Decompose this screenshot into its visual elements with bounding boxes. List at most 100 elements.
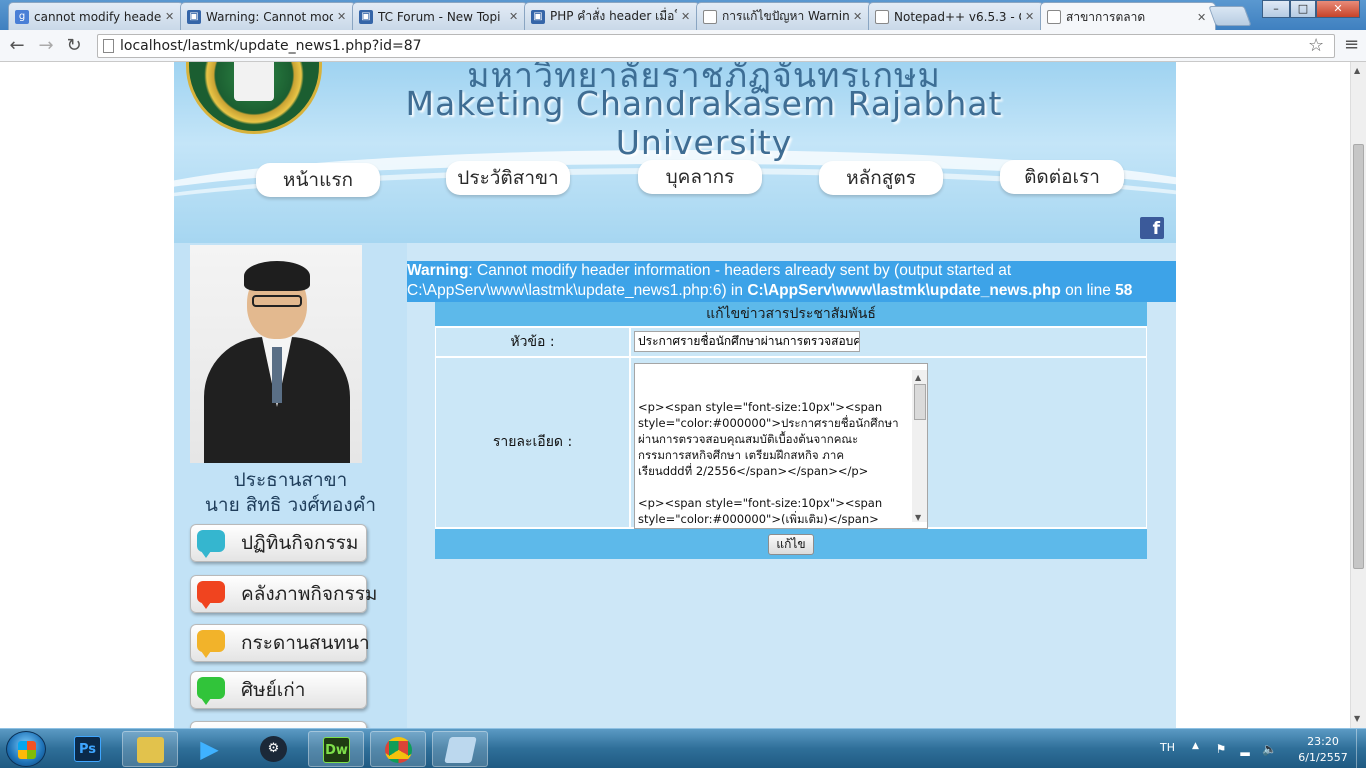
taskbar-dreamweaver[interactable]: Dw xyxy=(308,731,364,767)
new-tab-button[interactable] xyxy=(1208,6,1252,26)
chairman-name: นาย สิทธิ วงศ์ทองคำ xyxy=(204,494,377,516)
minimize-button[interactable]: – xyxy=(1262,0,1290,18)
bookmark-star-icon[interactable]: ☆ xyxy=(1308,35,1324,56)
tab-label: cannot modify header xyxy=(34,9,161,24)
sidebar-button-alumni[interactable]: ศิษย์เก่า xyxy=(190,671,367,709)
nav-contact[interactable]: ติดต่อเรา xyxy=(1000,160,1124,194)
sidebar-button-label: ศิษย์เก่า xyxy=(241,679,306,701)
detail-text: <p><span style="font-size:10px"><span st… xyxy=(638,400,899,526)
tab-marketing[interactable]: สาขาการตลาด ✕ xyxy=(1040,2,1216,31)
browser-menu-icon[interactable]: ≡ xyxy=(1344,34,1359,55)
page-icon xyxy=(103,39,114,53)
tray-expand-icon[interactable]: ▲ xyxy=(1192,741,1199,751)
tab-label: Notepad++ v6.5.3 - C xyxy=(894,9,1021,24)
textarea-scroll-thumb[interactable] xyxy=(914,384,926,420)
close-window-button[interactable]: ✕ xyxy=(1316,0,1360,18)
nav-curriculum[interactable]: หลักสูตร xyxy=(819,161,943,195)
show-desktop-button[interactable] xyxy=(1356,729,1366,768)
topic-input[interactable]: ประกาศรายชื่อนักศึกษาผ่านการตรวจสอบค xyxy=(634,331,860,352)
tab-tc-forum[interactable]: ▣ TC Forum - New Topi ✕ xyxy=(352,2,528,30)
sidebar-button-label: กระดานสนทนา xyxy=(241,632,370,654)
tab-close-icon[interactable]: ✕ xyxy=(165,10,177,23)
scroll-up-icon[interactable]: ▲ xyxy=(1354,66,1360,75)
clock-date[interactable]: 6/1/2557 xyxy=(1293,751,1353,764)
tab-fix-warning[interactable]: การแก้ไขปัญหา Warnin ✕ xyxy=(696,2,872,30)
page-scroll-thumb[interactable] xyxy=(1353,144,1364,569)
language-indicator[interactable]: TH xyxy=(1160,741,1175,754)
start-button[interactable] xyxy=(6,731,46,767)
warning-message: : Cannot modify header information - hea… xyxy=(468,262,1012,279)
textarea-scrollbar[interactable]: ▲ ▼ xyxy=(912,370,927,522)
sidebar-button-more[interactable] xyxy=(190,721,367,728)
maximize-button[interactable]: □ xyxy=(1290,0,1316,18)
warning-file: C:\AppServ\www\lastmk\update_news.php xyxy=(747,282,1061,299)
scroll-down-icon[interactable]: ▼ xyxy=(1354,714,1360,723)
warning-origin: C:\AppServ\www\lastmk\update_news1.php:6… xyxy=(407,282,748,299)
nav-staff[interactable]: บุคลากร xyxy=(638,160,762,194)
dreamweaver-icon: Dw xyxy=(323,737,350,763)
sidebar-button-gallery[interactable]: คลังภาพกิจกรรม xyxy=(190,575,377,613)
forum-icon: ▣ xyxy=(359,9,373,24)
tab-php-header[interactable]: ▣ PHP คำสั่ง header เมื่อใ ✕ xyxy=(524,2,700,30)
network-icon[interactable]: ▂ xyxy=(1238,742,1252,756)
nav-home[interactable]: หน้าแรก xyxy=(256,163,380,197)
page-icon xyxy=(703,9,717,24)
tab-cannot-modify-header[interactable]: g cannot modify header ✕ xyxy=(8,2,184,30)
chat-bubble-icon xyxy=(197,677,225,705)
taskbar-photoshop[interactable]: Ps xyxy=(60,731,116,767)
url-text: localhost/lastmk/update_news1.php?id=87 xyxy=(120,38,422,54)
page-scrollbar[interactable]: ▲ ▼ xyxy=(1350,62,1366,728)
tab-close-icon[interactable]: ✕ xyxy=(1197,11,1209,24)
edit-submit-button[interactable]: แก้ไข xyxy=(768,534,814,555)
tab-label: การแก้ไขปัญหา Warnin xyxy=(722,9,849,23)
tab-close-icon[interactable]: ✕ xyxy=(509,10,521,23)
taskbar-explorer[interactable] xyxy=(122,731,178,767)
nav-history[interactable]: ประวัติสาขา xyxy=(446,161,570,195)
warning-prefix: Warning xyxy=(407,262,469,279)
page-viewport: มหาวิทยาลัยราชภัฏจันทรเกษม Maketing Chan… xyxy=(0,62,1350,728)
chat-bubble-icon xyxy=(197,581,225,609)
google-icon: g xyxy=(15,9,29,24)
folder-icon xyxy=(137,737,164,763)
forward-icon[interactable]: → xyxy=(34,34,58,58)
notepad-icon xyxy=(444,737,477,763)
chat-bubble-icon xyxy=(197,630,225,658)
steam-icon: ⚙ xyxy=(260,736,287,762)
scroll-down-icon[interactable]: ▼ xyxy=(915,510,921,526)
volume-icon[interactable]: 🔈 xyxy=(1262,742,1277,756)
taskbar-chrome[interactable] xyxy=(370,731,426,767)
windows-taskbar: Ps ▶ ⚙ Dw TH ▲ ⚑ ▂ 🔈 23:20 6/1/2557 xyxy=(0,728,1366,768)
clock-time[interactable]: 23:20 xyxy=(1298,735,1348,748)
browser-tabstrip: g cannot modify header ✕ ▣ Warning: Cann… xyxy=(0,0,1366,31)
page-icon xyxy=(875,9,889,24)
sidebar-button-calendar[interactable]: ปฏิทินกิจกรรม xyxy=(190,524,367,562)
university-logo xyxy=(186,62,322,134)
facebook-icon[interactable]: f xyxy=(1140,217,1164,239)
action-center-flag-icon[interactable]: ⚑ xyxy=(1214,742,1228,756)
tab-label: สาขาการตลาด xyxy=(1066,9,1146,24)
photo-hair xyxy=(244,261,310,291)
reload-icon[interactable]: ↻ xyxy=(62,34,86,58)
chat-bubble-icon xyxy=(197,530,225,558)
tab-warning-cannot-mod[interactable]: ▣ Warning: Cannot mod ✕ xyxy=(180,2,356,30)
chrome-icon xyxy=(385,737,412,763)
warning-line-number: 58 xyxy=(1115,282,1133,299)
tab-close-icon[interactable]: ✕ xyxy=(681,10,693,23)
warning-online: on line xyxy=(1060,282,1116,299)
detail-textarea[interactable]: <p><span style="font-size:10px"><span st… xyxy=(634,363,928,529)
main-content: Warning: Cannot modify header informatio… xyxy=(407,243,1176,728)
play-icon: ▶ xyxy=(200,735,219,763)
photo-tie xyxy=(272,347,282,403)
chairman-photo xyxy=(190,245,362,463)
tab-close-icon[interactable]: ✕ xyxy=(1025,10,1037,23)
tab-close-icon[interactable]: ✕ xyxy=(337,10,349,23)
taskbar-notepad[interactable] xyxy=(432,731,488,767)
url-input[interactable]: localhost/lastmk/update_news1.php?id=87 xyxy=(97,34,1335,58)
taskbar-media-player[interactable]: ▶ xyxy=(182,731,238,767)
tab-notepad[interactable]: Notepad++ v6.5.3 - C ✕ xyxy=(868,2,1044,30)
back-icon[interactable]: ← xyxy=(5,34,29,58)
tab-close-icon[interactable]: ✕ xyxy=(853,10,865,23)
taskbar-steam[interactable]: ⚙ xyxy=(246,731,302,767)
sidebar-button-label: ปฏิทินกิจกรรม xyxy=(241,532,359,554)
sidebar-button-webboard[interactable]: กระดานสนทนา xyxy=(190,624,370,662)
